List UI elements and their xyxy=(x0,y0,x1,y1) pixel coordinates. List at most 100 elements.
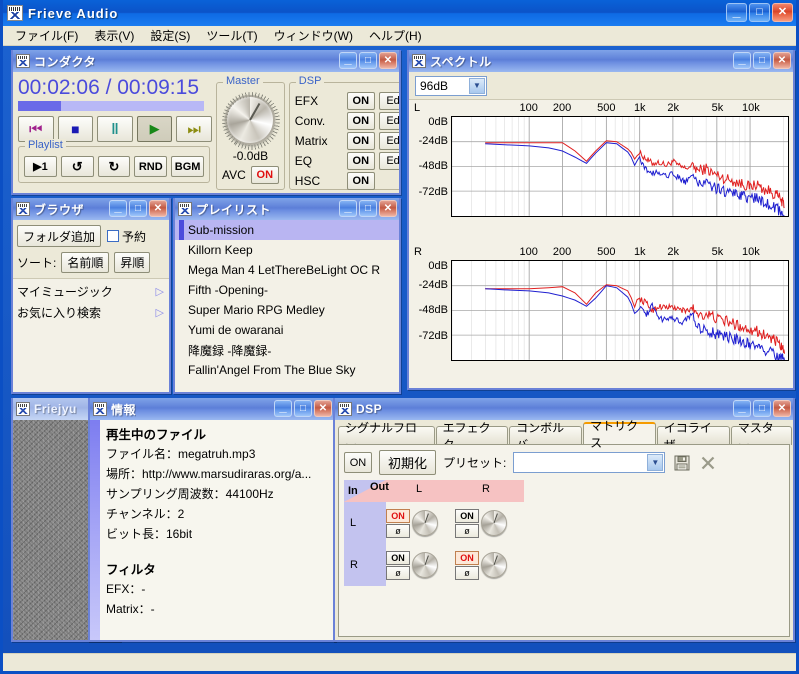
playlist-item[interactable]: 降魔録 -降魔録- xyxy=(175,340,399,360)
info-close-button[interactable]: ✕ xyxy=(314,400,332,417)
expand-triangle-icon[interactable]: ▷ xyxy=(156,306,164,319)
matrix-on-button[interactable]: ON xyxy=(344,452,372,473)
browser-close-button[interactable]: ✕ xyxy=(149,200,167,217)
conductor-close-button[interactable]: ✕ xyxy=(379,52,397,69)
matrix-on-toggle-ll[interactable]: ON xyxy=(386,509,410,523)
dsp-matrix-edit-button[interactable]: Edit xyxy=(379,132,399,150)
seek-progress-bar[interactable] xyxy=(18,101,204,111)
menu-view[interactable]: 表示(V) xyxy=(86,25,142,46)
tab-signal-flow[interactable]: シグナルフロー xyxy=(338,426,435,445)
tab-effector[interactable]: エフェクタ xyxy=(436,426,509,445)
reserve-checkbox[interactable] xyxy=(107,230,119,242)
playlist-item[interactable]: Yumi de owaranai xyxy=(175,320,399,340)
playlist-item[interactable]: Fallin'Angel From The Blue Sky xyxy=(175,360,399,380)
spectrum-ytick-label: -24dB xyxy=(419,135,448,147)
dsp-conv-on-button[interactable]: ON xyxy=(347,112,375,130)
preset-select[interactable]: ▼ xyxy=(513,452,665,473)
spectrum-chart-right: R 1002005001k2k5k10k 0dB-24dB-48dB-72dB xyxy=(409,244,793,388)
menu-window[interactable]: ウィンドウ(W) xyxy=(266,25,361,46)
playlist-item[interactable]: Super Mario RPG Medley xyxy=(175,300,399,320)
matrix-gain-knob-lr[interactable] xyxy=(481,510,507,536)
repeat-all-button[interactable]: ↺ xyxy=(61,156,94,177)
sort-ascending-button[interactable]: 昇順 xyxy=(114,252,150,273)
browser-maximize-button[interactable]: □ xyxy=(129,200,147,217)
add-folder-button[interactable]: フォルダ追加 xyxy=(17,225,101,247)
spectrum-close-button[interactable]: ✕ xyxy=(773,52,791,69)
dsp-matrix-on-button[interactable]: ON xyxy=(347,132,375,150)
maximize-button[interactable]: □ xyxy=(749,3,770,22)
playlist-item[interactable]: Killorn Keep xyxy=(175,240,399,260)
dsp-conv-edit-button[interactable]: Edit xyxy=(379,112,399,130)
info-minimize-button[interactable]: _ xyxy=(274,400,292,417)
random-button[interactable]: RND xyxy=(134,156,167,177)
browser-titlebar[interactable]: ブラウザ _ □ ✕ xyxy=(13,198,169,220)
info-filter-efx: EFX：- xyxy=(106,580,329,597)
master-volume-knob[interactable] xyxy=(225,95,275,145)
dsp-efx-edit-button[interactable]: Edit xyxy=(379,92,399,110)
matrix-phase-toggle-rl[interactable]: ø xyxy=(386,566,410,580)
info-maximize-button[interactable]: □ xyxy=(294,400,312,417)
pause-button[interactable]: ‖ xyxy=(97,116,133,142)
browser-item-favorites[interactable]: お気に入り検索 ▷ xyxy=(13,302,169,323)
menu-help[interactable]: ヘルプ(H) xyxy=(361,25,430,46)
reserve-checkbox-wrap[interactable]: 予約 xyxy=(107,228,146,245)
tab-matrix[interactable]: マトリクス xyxy=(583,422,656,444)
dsp-hsc-on-button[interactable]: ON xyxy=(347,172,375,190)
dsp-minimize-button[interactable]: _ xyxy=(733,400,751,417)
matrix-phase-toggle-rr[interactable]: ø xyxy=(455,566,479,580)
sort-by-name-button[interactable]: 名前順 xyxy=(61,252,109,273)
playlist-maximize-button[interactable]: □ xyxy=(359,200,377,217)
dsp-eq-edit-button[interactable]: Edit xyxy=(379,152,399,170)
conductor-maximize-button[interactable]: □ xyxy=(359,52,377,69)
repeat-one-button[interactable]: ↻ xyxy=(98,156,131,177)
playlist-item[interactable]: Fifth -Opening- xyxy=(175,280,399,300)
browser-minimize-button[interactable]: _ xyxy=(109,200,127,217)
spectrum-range-select[interactable]: 96dB ▼ xyxy=(415,76,487,96)
tab-master[interactable]: マスター xyxy=(731,426,792,445)
matrix-phase-toggle-ll[interactable]: ø xyxy=(386,524,410,538)
spectrum-maximize-button[interactable]: □ xyxy=(753,52,771,69)
avc-toggle-button[interactable]: ON xyxy=(251,166,279,184)
play-one-button[interactable]: ▶1 xyxy=(24,156,57,177)
tab-equalizer[interactable]: イコライザ xyxy=(657,426,730,445)
close-button[interactable]: ✕ xyxy=(772,3,793,22)
menu-file[interactable]: ファイル(F) xyxy=(7,25,86,46)
matrix-phase-toggle-lr[interactable]: ø xyxy=(455,524,479,538)
dsp-efx-on-button[interactable]: ON xyxy=(347,92,375,110)
minimize-button[interactable]: _ xyxy=(726,3,747,22)
playlist-item[interactable]: Mega Man 4 LetThereBeLight OC R xyxy=(175,260,399,280)
playlist-item[interactable]: Sub-mission xyxy=(175,220,399,240)
matrix-init-button[interactable]: 初期化 xyxy=(379,450,436,475)
matrix-gain-knob-rl[interactable] xyxy=(412,552,438,578)
dsp-close-button[interactable]: ✕ xyxy=(773,400,791,417)
next-button[interactable]: ⏭ xyxy=(176,116,212,142)
phase-icon: ø xyxy=(464,568,470,578)
dsp-titlebar[interactable]: DSP _ □ ✕ xyxy=(335,398,793,420)
play-button[interactable]: ▶ xyxy=(137,116,173,142)
matrix-gain-knob-rr[interactable] xyxy=(481,552,507,578)
playlist-titlebar[interactable]: プレイリスト _ □ ✕ xyxy=(175,198,399,220)
playlist-item-label: Sub-mission xyxy=(188,223,254,237)
playlist-minimize-button[interactable]: _ xyxy=(339,200,357,217)
dsp-maximize-button[interactable]: □ xyxy=(753,400,771,417)
matrix-gain-knob-ll[interactable] xyxy=(412,510,438,536)
seek-progress-fill xyxy=(18,101,61,111)
tab-convolver[interactable]: コンボルバ xyxy=(509,426,582,445)
matrix-on-toggle-rl[interactable]: ON xyxy=(386,551,410,565)
preset-save-button[interactable] xyxy=(672,453,691,472)
menu-tools[interactable]: ツール(T) xyxy=(198,25,265,46)
info-titlebar[interactable]: 情報 _ □ ✕ xyxy=(90,398,334,420)
expand-triangle-icon[interactable]: ▷ xyxy=(156,285,164,298)
browser-item-my-music[interactable]: マイミュージック ▷ xyxy=(13,281,169,302)
playlist-close-button[interactable]: ✕ xyxy=(379,200,397,217)
matrix-on-toggle-lr[interactable]: ON xyxy=(455,509,479,523)
conductor-minimize-button[interactable]: _ xyxy=(339,52,357,69)
spectrum-minimize-button[interactable]: _ xyxy=(733,52,751,69)
preset-delete-button[interactable] xyxy=(698,453,717,472)
conductor-titlebar[interactable]: コンダクタ _ □ ✕ xyxy=(13,50,399,72)
menu-settings[interactable]: 設定(S) xyxy=(142,25,198,46)
matrix-on-toggle-rr[interactable]: ON xyxy=(455,551,479,565)
bgm-button[interactable]: BGM xyxy=(171,156,204,177)
spectrum-titlebar[interactable]: スペクトル _ □ ✕ xyxy=(409,50,793,72)
dsp-eq-on-button[interactable]: ON xyxy=(347,152,375,170)
